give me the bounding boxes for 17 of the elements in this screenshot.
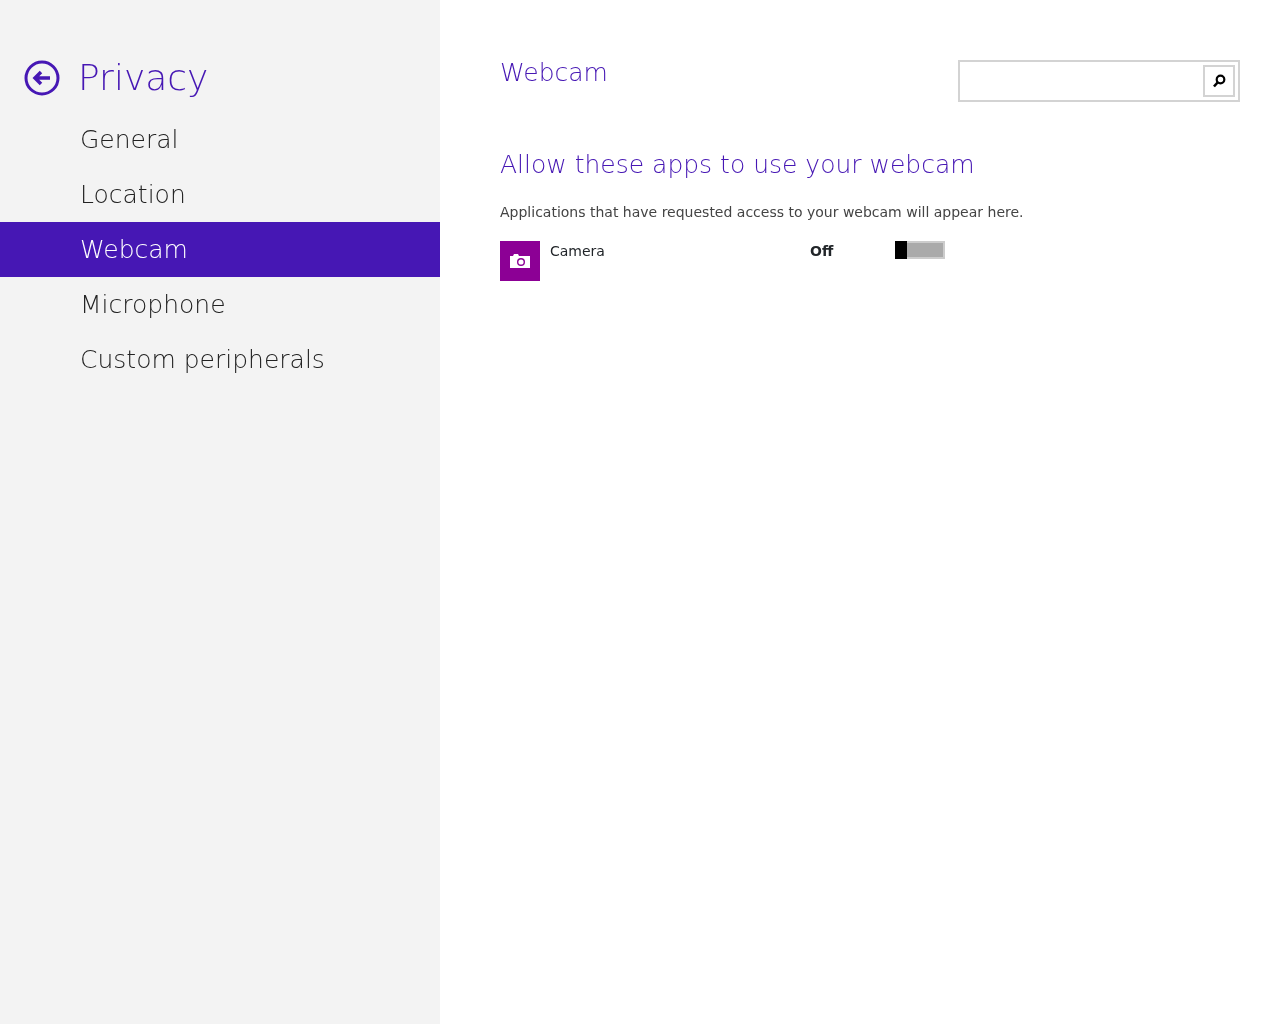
camera-icon	[500, 240, 540, 281]
search-field[interactable]	[958, 60, 1240, 102]
nav-item[interactable]: Custom peripherals	[0, 332, 440, 387]
nav-item[interactable]: Webcam	[0, 222, 440, 277]
page-title: Privacy	[78, 60, 209, 96]
search-icon	[1212, 74, 1226, 88]
description-text: Applications that have requested access to your webcam will appear here.	[500, 202, 1025, 222]
back-button[interactable]	[24, 60, 60, 96]
nav-item[interactable]: General	[0, 112, 440, 167]
search-button[interactable]	[1203, 65, 1235, 97]
nav-item[interactable]: Location	[0, 167, 440, 222]
toggle-switch[interactable]	[895, 240, 945, 259]
app-name: Camera	[550, 241, 606, 261]
section-title: Webcam	[500, 57, 608, 89]
toggle-state-label: Off	[810, 241, 835, 261]
nav-item[interactable]: Microphone	[0, 277, 440, 332]
section-heading: Allow these apps to use your webcam	[500, 149, 976, 181]
